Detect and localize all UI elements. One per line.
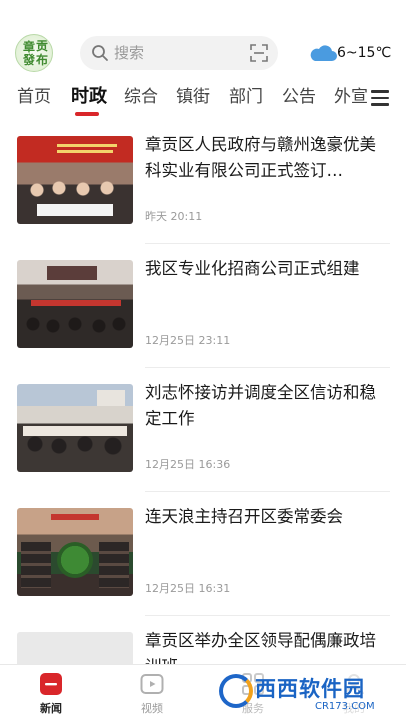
- news-time: 12月25日 16:31: [145, 582, 231, 595]
- tab-departments[interactable]: 部门: [229, 84, 263, 110]
- news-time: 12月25日 23:11: [145, 334, 231, 347]
- nav-video-label: 视频: [141, 702, 163, 715]
- tab-announcements[interactable]: 公告: [282, 84, 316, 110]
- news-thumbnail: [17, 508, 133, 596]
- nav-video[interactable]: 视频: [112, 665, 192, 722]
- logo-char: 發: [23, 53, 36, 67]
- nav-news-label: 新闻: [40, 702, 62, 715]
- news-item[interactable]: 我区专业化招商公司正式组建 12月25日 23:11: [0, 244, 406, 368]
- cloud-icon: [310, 45, 337, 61]
- news-title: 连天浪主持召开区委常委会: [145, 507, 343, 526]
- menu-icon[interactable]: [371, 90, 389, 106]
- news-icon: [40, 673, 62, 695]
- channel-tabs: 首页 时政 综合 镇街 部门 公告 外宣: [0, 84, 406, 118]
- weather-widget[interactable]: 6~15℃: [308, 41, 398, 65]
- tab-publicity[interactable]: 外宣: [334, 84, 368, 110]
- watermark-site: CR173.COM: [315, 701, 375, 712]
- news-item[interactable]: 连天浪主持召开区委常委会 12月25日 16:31: [0, 492, 406, 616]
- news-title: 章贡区人民政府与赣州逸豪优美科实业有限公司正式签订…: [145, 135, 376, 180]
- news-item[interactable]: 章贡区人民政府与赣州逸豪优美科实业有限公司正式签订… 昨天 20:11: [0, 120, 406, 244]
- scan-icon[interactable]: [250, 44, 268, 62]
- news-time: 昨天 20:11: [145, 210, 203, 223]
- news-thumbnail: [17, 136, 133, 224]
- news-title: 刘志怀接访并调度全区信访和稳定工作: [145, 383, 376, 428]
- news-time: 12月25日 16:36: [145, 458, 231, 471]
- tab-general[interactable]: 综合: [124, 84, 158, 110]
- app-header: 章 贡 發 布 搜索 6~15℃: [0, 28, 406, 76]
- video-icon: [140, 674, 164, 694]
- site-watermark: 西西软件园 CR173.COM: [213, 668, 393, 716]
- watermark-brand: 西西软件园: [255, 677, 365, 701]
- search-icon: [92, 45, 108, 61]
- logo-char: 章: [23, 40, 36, 54]
- news-title: 我区专业化招商公司正式组建: [145, 259, 360, 278]
- active-tab-indicator: [75, 112, 99, 116]
- logo-char: 布: [36, 53, 49, 67]
- nav-news[interactable]: 新闻: [11, 665, 91, 722]
- logo-char: 贡: [36, 39, 49, 53]
- weather-temperature: 6~15℃: [337, 45, 392, 61]
- tab-politics[interactable]: 时政: [71, 84, 107, 110]
- watermark-logo-icon: [219, 674, 253, 708]
- news-thumbnail: [17, 384, 133, 472]
- tab-home[interactable]: 首页: [17, 84, 51, 110]
- news-item[interactable]: 刘志怀接访并调度全区信访和稳定工作 12月25日 16:36: [0, 368, 406, 492]
- search-placeholder: 搜索: [114, 44, 145, 62]
- app-logo[interactable]: 章 贡 發 布: [15, 34, 53, 72]
- news-thumbnail: [17, 260, 133, 348]
- search-bar[interactable]: 搜索: [80, 36, 278, 70]
- tab-towns[interactable]: 镇街: [176, 84, 210, 110]
